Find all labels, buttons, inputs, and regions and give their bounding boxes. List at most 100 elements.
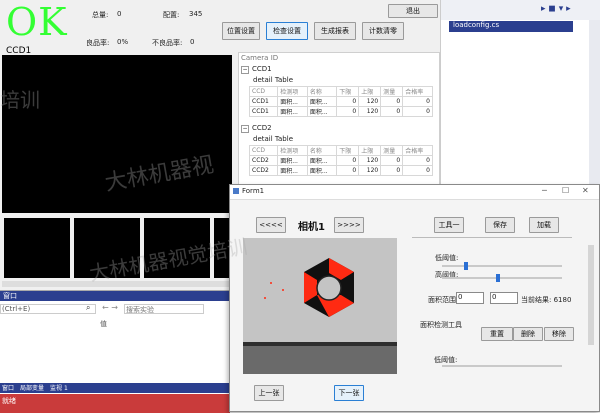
area-tool-label: 面积检测工具 — [420, 321, 462, 329]
camera-panel: Camera ID − CCD1 detail Table CCD 检测项 名称 … — [238, 52, 440, 188]
col-header: 下限 — [336, 86, 360, 97]
col-header: 名称 — [306, 86, 338, 97]
col-header: CCD — [248, 145, 279, 156]
inspection-image[interactable] — [243, 238, 397, 374]
exit-button[interactable]: 退出 — [388, 4, 438, 18]
ide-toolbar-icons: ▸ ◼ ▾ ▸ — [541, 4, 571, 14]
col-header: 测量 — [380, 86, 404, 97]
reset-button[interactable]: 重置 — [481, 327, 513, 341]
cell: 0 — [380, 155, 404, 166]
panel-tabs-line — [412, 237, 572, 238]
cell: CCD1 — [248, 106, 279, 117]
search-icon[interactable]: ⌕ — [86, 303, 90, 313]
load-button[interactable]: 加载 — [529, 217, 559, 233]
ccd1-group[interactable]: − CCD1 — [241, 65, 272, 74]
ccd2-detail-table: CCD 检测项 名称 下限 上限 测量 合格率 CCD2 面积... 面积...… — [248, 145, 433, 176]
collapse-icon[interactable]: − — [241, 125, 249, 133]
cell: 面积... — [306, 106, 338, 117]
cell: 0 — [402, 165, 433, 176]
cell: 0 — [402, 96, 433, 107]
bottom-tab[interactable]: 窗口 — [2, 383, 14, 393]
slider-thumb[interactable] — [496, 274, 500, 282]
next-camera-button[interactable]: >>>> — [334, 217, 364, 233]
col-header: 名称 — [306, 145, 338, 156]
cell: 面积... — [306, 96, 338, 107]
status-text: 就绪 — [2, 397, 16, 405]
cell: 面积... — [277, 96, 308, 107]
cell: 0 — [380, 96, 404, 107]
save-button[interactable]: 保存 — [485, 217, 515, 233]
table-row[interactable]: CCD1 面积... 面积... 0 120 0 0 — [248, 106, 433, 117]
ccd2-group[interactable]: − CCD2 — [241, 124, 272, 133]
ccd1-group-label: CCD1 — [252, 65, 272, 73]
col-header: 测量 — [380, 145, 404, 156]
file-tab-label: loadconfig.cs — [453, 21, 500, 29]
watermark: 培训 — [0, 88, 40, 112]
form1-titlebar: Form1 ─ ☐ ✕ — [230, 185, 599, 200]
table-row[interactable]: CCD1 面积... 面积... 0 120 0 0 — [248, 96, 433, 107]
generate-report-button[interactable]: 生成报表 — [314, 22, 356, 40]
good-rate-value: 0% — [117, 38, 129, 46]
app-icon — [233, 188, 239, 194]
high-threshold-slider[interactable] — [442, 274, 562, 282]
prev-image-button[interactable]: 上一张 — [254, 385, 284, 401]
close-icon[interactable]: ✕ — [582, 186, 589, 195]
minimize-icon[interactable]: ─ — [542, 186, 547, 195]
next-image-button[interactable]: 下一张 — [334, 385, 364, 401]
clear-count-button[interactable]: 计数清零 — [362, 22, 404, 40]
ok-result: OK — [6, 0, 68, 44]
bad-rate-value: 0 — [190, 38, 195, 46]
maximize-icon[interactable]: ☐ — [562, 186, 569, 195]
tool1-button[interactable]: 工具一 — [434, 217, 464, 233]
ide-toolbar — [441, 0, 600, 20]
cell: 120 — [358, 155, 382, 166]
table-row[interactable]: CCD2 面积... 面积... 0 120 0 0 — [248, 165, 433, 176]
cell: 0 — [380, 165, 404, 176]
col-header: 上限 — [358, 86, 382, 97]
position-settings-button[interactable]: 位置设置 — [222, 22, 260, 40]
ccd2-detail-table-title: detail Table — [253, 135, 294, 143]
form1-title: Form1 — [242, 187, 265, 195]
cell: 0 — [336, 96, 360, 107]
cell: CCD2 — [248, 155, 279, 166]
low-threshold-slider[interactable] — [442, 262, 562, 270]
delete-button[interactable]: 删除 — [513, 327, 543, 341]
prev-camera-button[interactable]: <<<< — [256, 217, 286, 233]
col-header: 合格率 — [402, 145, 433, 156]
search-experiment-input[interactable]: 搜索实验 — [124, 304, 204, 314]
inspection-image-drawing — [243, 238, 397, 374]
matched-label: 配置: — [163, 11, 180, 19]
cell: 0 — [336, 155, 360, 166]
bottom-tab[interactable]: 局部变量 — [20, 383, 44, 393]
area-max-input[interactable]: 0 — [490, 292, 518, 304]
slider-thumb[interactable] — [463, 262, 468, 270]
cell: 面积... — [277, 155, 308, 166]
ide-lower-panel-title: 窗口 — [0, 291, 230, 301]
form1-window: Form1 ─ ☐ ✕ <<<< 相机1 >>>> 上一张 下一张 工具一 保存… — [229, 184, 600, 412]
area-min-input[interactable]: 0 — [456, 292, 484, 304]
cell: 面积... — [277, 106, 308, 117]
back-icon[interactable]: ← → — [102, 303, 118, 312]
col-header: 上限 — [358, 145, 382, 156]
ccd1-detail-table-title: detail Table — [253, 76, 294, 84]
total-value: 0 — [117, 10, 122, 18]
ide-file-tab[interactable]: loadconfig.cs — [449, 21, 573, 32]
area-range-label: 面积范围: — [428, 296, 459, 304]
search-input[interactable]: (Ctrl+E) — [0, 304, 96, 314]
remove-button[interactable]: 移除 — [544, 327, 574, 341]
ide-status-bar: 就绪 — [0, 394, 230, 413]
low-threshold-label: 低阈值: — [435, 254, 459, 262]
panel-title-label: 窗口 — [3, 292, 17, 300]
ide-bottom-tabs: 窗口 局部变量 监视 1 — [0, 383, 230, 393]
cell: CCD1 — [248, 96, 279, 107]
vertical-scrollbar[interactable] — [588, 245, 594, 345]
table-row[interactable]: CCD2 面积... 面积... 0 120 0 0 — [248, 155, 433, 166]
cell: 面积... — [306, 155, 338, 166]
low-threshold2-slider[interactable] — [442, 365, 562, 367]
inspect-settings-button[interactable]: 检查设置 — [266, 22, 308, 40]
current-result: 当前结果: 6180 — [521, 296, 572, 304]
low-threshold2-label: 低阈值: — [434, 356, 458, 364]
collapse-icon[interactable]: − — [241, 66, 249, 74]
bottom-tab[interactable]: 监视 1 — [50, 383, 68, 393]
value-column-header: 值 — [100, 320, 107, 328]
